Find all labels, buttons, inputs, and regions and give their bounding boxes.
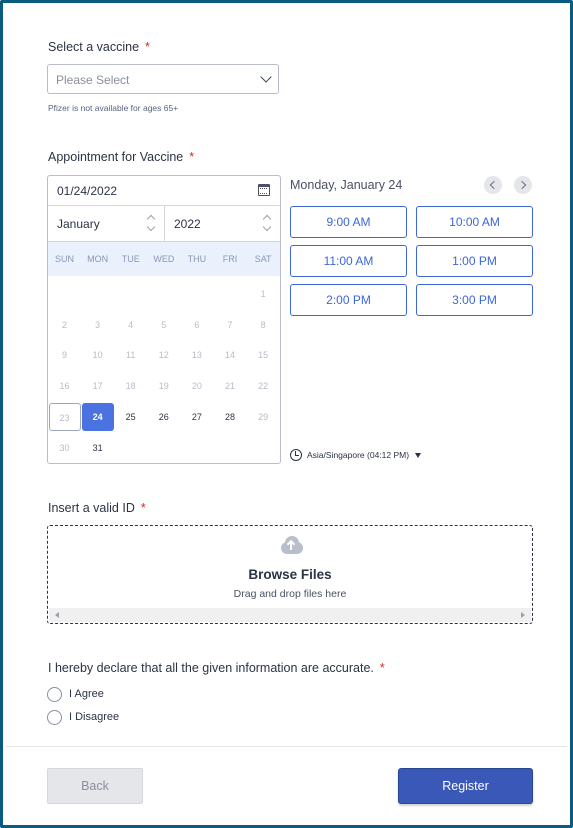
- next-day-button[interactable]: [514, 176, 532, 194]
- calendar-day-3: 3: [95, 319, 101, 330]
- time-slot-button[interactable]: 9:00 AM: [290, 206, 407, 238]
- calendar-day-30: 30: [59, 442, 70, 453]
- vaccine-label-text: Select a vaccine: [48, 40, 140, 54]
- month-spinner-icon[interactable]: [147, 213, 155, 233]
- agree-label: I Agree: [69, 688, 104, 700]
- declaration-label-text: I hereby declare that all the given info…: [48, 661, 374, 675]
- required-mark: *: [189, 150, 195, 164]
- weekday-mon: MON: [87, 254, 109, 264]
- disagree-radio[interactable]: [47, 710, 62, 725]
- declaration-label: I hereby declare that all the given info…: [48, 661, 385, 675]
- calendar-day-6: 6: [194, 319, 200, 330]
- selected-day-title: Monday, January 24: [290, 178, 403, 192]
- calendar-day-24[interactable]: 24: [81, 402, 114, 431]
- divider: [6, 746, 567, 747]
- year-value: 2022: [174, 217, 201, 231]
- year-spinner-icon[interactable]: [263, 213, 271, 233]
- required-mark: *: [145, 40, 150, 54]
- calendar-day-21: 21: [224, 381, 235, 392]
- browse-files-button[interactable]: Browse Files: [48, 567, 532, 582]
- calendar-day-22: 22: [258, 381, 269, 392]
- date-input-value: 01/24/2022: [57, 184, 118, 198]
- calendar: 01/24/2022 January 2022 SUN MON TUE WED THU F…: [47, 175, 281, 464]
- calendar-day-20: 20: [191, 381, 202, 392]
- form-frame: Select a vaccine * Please Select Pfizer i…: [0, 0, 573, 828]
- calendar-day-4: 4: [128, 319, 134, 330]
- weekday-tue: TUE: [121, 254, 140, 264]
- disagree-label: I Disagree: [69, 711, 120, 723]
- time-slot-button[interactable]: 2:00 PM: [290, 284, 407, 316]
- calendar-day-28[interactable]: 28: [214, 403, 246, 431]
- agree-radio[interactable]: [47, 687, 62, 702]
- calendar-day-8: 8: [260, 319, 266, 330]
- horizontal-scrollbar[interactable]: [49, 608, 531, 622]
- year-select[interactable]: 2022: [165, 206, 280, 242]
- time-slot-button[interactable]: 10:00 AM: [416, 206, 533, 238]
- calendar-day-23[interactable]: 23: [48, 402, 81, 431]
- time-slot-button[interactable]: 1:00 PM: [416, 245, 533, 277]
- vaccine-select-placeholder: Please Select: [56, 73, 130, 87]
- calendar-day-7: 7: [227, 319, 233, 330]
- weekday-fri: FRI: [222, 254, 238, 264]
- calendar-icon[interactable]: [258, 184, 270, 196]
- calendar-day-18: 18: [125, 381, 136, 392]
- drag-drop-hint: Drag and drop files here: [233, 588, 347, 600]
- calendar-day-25[interactable]: 25: [115, 403, 147, 431]
- chevron-down-icon: [260, 71, 272, 83]
- calendar-day-5: 5: [161, 319, 167, 330]
- time-slot-button[interactable]: 3:00 PM: [416, 284, 533, 316]
- month-select[interactable]: January: [48, 206, 165, 242]
- calendar-day-16: 16: [59, 381, 70, 392]
- calendar-day-10: 10: [92, 350, 103, 361]
- appointment-label-text: Appointment for Vaccine: [48, 150, 184, 164]
- calendar-day-2: 2: [61, 319, 67, 330]
- weekday-wed: WED: [153, 254, 175, 264]
- back-button[interactable]: Back: [47, 768, 143, 804]
- timezone-text: Asia/Singapore (04:12 PM): [307, 450, 410, 460]
- month-value: January: [57, 217, 100, 231]
- calendar-day-1: 1: [260, 289, 266, 299]
- calendar-day-29: 29: [258, 411, 269, 422]
- weekday-thu: THU: [187, 254, 207, 264]
- calendar-day-14: 14: [224, 350, 235, 361]
- vaccine-label: Select a vaccine *: [48, 40, 150, 54]
- caret-down-icon: [415, 453, 422, 459]
- calendar-day-19: 19: [158, 381, 169, 392]
- calendar-day-13: 13: [191, 350, 202, 361]
- date-input[interactable]: 01/24/2022: [48, 176, 280, 206]
- calendar-day-31[interactable]: 31: [82, 434, 114, 462]
- appointment-label: Appointment for Vaccine *: [48, 150, 194, 164]
- calendar-day-12: 12: [158, 350, 169, 361]
- weekday-sun: SUN: [55, 254, 75, 264]
- required-mark: *: [379, 661, 385, 675]
- cloud-upload-icon: [277, 536, 305, 554]
- calendar-day-17: 17: [92, 381, 103, 392]
- required-mark: *: [140, 501, 146, 515]
- register-button[interactable]: Register: [398, 768, 533, 804]
- weekday-header: SUN MON TUE WED THU FRI SAT: [48, 242, 280, 276]
- vaccine-select[interactable]: Please Select: [47, 64, 279, 94]
- file-upload-dropzone[interactable]: Browse Files Drag and drop files here: [47, 525, 533, 624]
- calendar-day-26[interactable]: 26: [148, 403, 180, 431]
- timezone-selector[interactable]: Asia/Singapore (04:12 PM): [290, 449, 422, 461]
- calendar-day-9: 9: [61, 350, 67, 361]
- scroll-right-icon[interactable]: [521, 612, 525, 618]
- calendar-day-15: 15: [258, 350, 269, 361]
- prev-day-button[interactable]: [484, 176, 502, 194]
- calendar-day-27[interactable]: 27: [181, 403, 213, 431]
- vaccine-note: Pfizer is not available for ages 65+: [48, 103, 179, 113]
- scroll-left-icon[interactable]: [55, 612, 59, 618]
- weekday-sat: SAT: [254, 254, 272, 264]
- id-label-text: Insert a valid ID: [48, 501, 135, 515]
- id-label: Insert a valid ID *: [48, 501, 146, 515]
- clock-icon: [290, 449, 302, 461]
- time-slot-button[interactable]: 11:00 AM: [290, 245, 407, 277]
- calendar-day-11: 11: [126, 350, 136, 361]
